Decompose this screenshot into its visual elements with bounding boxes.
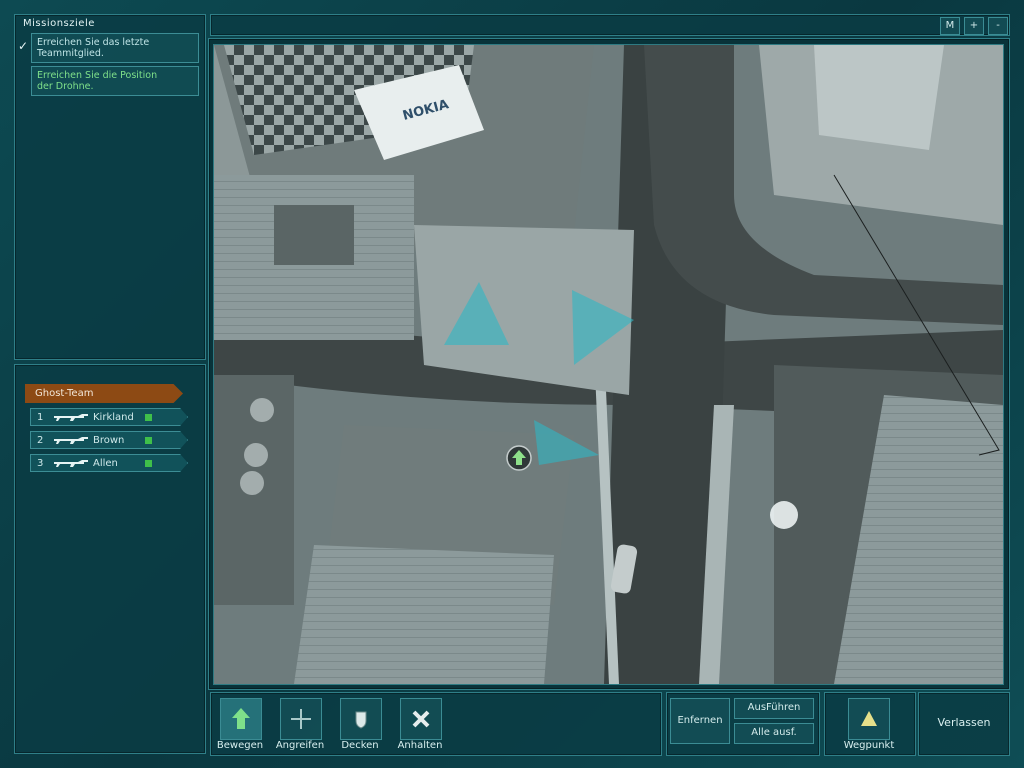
status-indicator bbox=[145, 460, 152, 467]
execute-all-button[interactable]: Alle ausf. bbox=[734, 723, 814, 744]
shield-icon bbox=[355, 711, 367, 729]
map-scene: NOKIA bbox=[214, 45, 1003, 684]
tactical-map[interactable]: NOKIA bbox=[213, 44, 1004, 685]
member-number: 3 bbox=[37, 458, 44, 469]
waypoint-label: Wegpunkt bbox=[843, 740, 895, 751]
team-member-allen[interactable]: 3 Allen bbox=[30, 454, 188, 472]
execute-button[interactable]: AusFühren bbox=[734, 698, 814, 719]
team-panel: Ghost-Team 1 Kirkland 2 Brown 3 Allen bbox=[14, 364, 206, 754]
halt-button[interactable] bbox=[400, 698, 442, 740]
rifle-icon bbox=[54, 460, 88, 467]
status-indicator bbox=[145, 414, 152, 421]
attack-button[interactable] bbox=[280, 698, 322, 740]
rifle-icon bbox=[54, 414, 88, 421]
crosshair-icon bbox=[291, 709, 311, 729]
zoom-out-button[interactable]: - bbox=[988, 17, 1008, 35]
team-member-brown[interactable]: 2 Brown bbox=[30, 431, 188, 449]
objectives-panel: Missionsziele ✓ Erreichen Sie das letzte… bbox=[14, 14, 206, 360]
leave-button[interactable]: Verlassen bbox=[924, 714, 1004, 732]
member-name: Allen bbox=[93, 458, 118, 469]
objective-item-2[interactable]: Erreichen Sie die Position der Drohne. bbox=[31, 66, 199, 96]
objective-complete-check-icon: ✓ bbox=[18, 39, 29, 53]
triangle-waypoint-icon bbox=[861, 711, 877, 726]
map-header-bar bbox=[210, 14, 1010, 36]
map-m-button[interactable]: M bbox=[940, 17, 960, 35]
move-button[interactable] bbox=[220, 698, 262, 740]
objective-item-1[interactable]: Erreichen Sie das letzte Teammitglied. bbox=[31, 33, 199, 63]
member-number: 1 bbox=[37, 412, 44, 423]
objective-1-line1: Erreichen Sie das letzte bbox=[37, 37, 150, 48]
member-name: Brown bbox=[93, 435, 125, 446]
objective-2-line1: Erreichen Sie die Position bbox=[37, 70, 158, 81]
halt-label: Anhalten bbox=[397, 740, 443, 751]
objective-1-line2: Teammitglied. bbox=[37, 48, 104, 59]
remove-button[interactable]: Enfernen bbox=[670, 698, 730, 744]
team-member-kirkland[interactable]: 1 Kirkland bbox=[30, 408, 188, 426]
waypoint-button[interactable] bbox=[848, 698, 890, 740]
objective-2-line2: der Drohne. bbox=[37, 81, 94, 92]
zoom-in-button[interactable]: + bbox=[964, 17, 984, 35]
rifle-icon bbox=[54, 437, 88, 444]
cover-label: Decken bbox=[341, 740, 379, 751]
attack-label: Angreifen bbox=[275, 740, 325, 751]
move-label: Bewegen bbox=[216, 740, 264, 751]
arrow-up-icon bbox=[232, 708, 250, 729]
team-header: Ghost-Team bbox=[25, 384, 183, 403]
cover-button[interactable] bbox=[340, 698, 382, 740]
member-name: Kirkland bbox=[93, 412, 134, 423]
member-number: 2 bbox=[37, 435, 44, 446]
objectives-title: Missionsziele bbox=[23, 18, 95, 29]
close-x-icon bbox=[412, 710, 430, 728]
status-indicator bbox=[145, 437, 152, 444]
